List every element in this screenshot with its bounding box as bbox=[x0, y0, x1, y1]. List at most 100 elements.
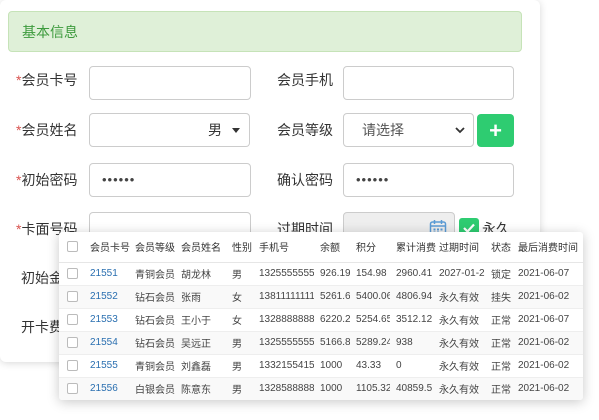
column-header[interactable]: 过期时间 bbox=[433, 232, 485, 263]
row-select-cell[interactable] bbox=[59, 285, 84, 309]
total-spend-cell: 2960.41 bbox=[390, 262, 433, 286]
row-checkbox[interactable] bbox=[67, 313, 78, 325]
column-header[interactable]: 最后消费时间 bbox=[512, 232, 583, 263]
last-spend-cell: 2021-06-02 bbox=[512, 377, 583, 400]
column-header[interactable]: 余额 bbox=[314, 232, 350, 263]
gender-cell: 女 bbox=[226, 308, 253, 332]
column-header[interactable]: 积分 bbox=[350, 232, 390, 263]
row-checkbox[interactable] bbox=[67, 290, 78, 302]
init-amount-label: 初始金 bbox=[21, 270, 63, 286]
gender-cell: 男 bbox=[226, 354, 253, 378]
table-row[interactable]: 21555 青铜会员 刘鑫磊 男 13321554154 1000 43.33 … bbox=[59, 354, 583, 378]
last-spend-cell: 2021-06-07 bbox=[512, 308, 583, 332]
gender-cell: 男 bbox=[226, 331, 253, 355]
name-input[interactable] bbox=[89, 113, 199, 147]
name-cell: 张雨 bbox=[175, 285, 226, 309]
card-no-cell[interactable]: 21553 bbox=[84, 308, 129, 332]
row-select-cell[interactable] bbox=[59, 377, 84, 400]
total-spend-cell: 0 bbox=[390, 354, 433, 378]
balance-cell: 6220.26 bbox=[314, 308, 350, 332]
balance-cell: 1000 bbox=[314, 377, 350, 400]
table-row[interactable]: 21552 钻石会员 张雨 女 13811111111 5261.66 5400… bbox=[59, 285, 583, 309]
gender-cell: 女 bbox=[226, 285, 253, 309]
points-cell: 43.33 bbox=[350, 354, 390, 378]
card-no-input[interactable] bbox=[89, 66, 251, 100]
section-title: 基本信息 bbox=[8, 11, 522, 52]
row-checkbox[interactable] bbox=[67, 382, 78, 394]
last-spend-cell: 2021-06-02 bbox=[512, 331, 583, 355]
row-select-cell[interactable] bbox=[59, 262, 84, 286]
row-checkbox[interactable] bbox=[67, 359, 78, 371]
card-no-cell[interactable]: 21552 bbox=[84, 285, 129, 309]
level-select[interactable]: 请选择 bbox=[343, 113, 474, 147]
table-row[interactable]: 21556 白银会员 陈意东 男 13285888885 1000 1105.3… bbox=[59, 377, 583, 400]
level-cell: 青铜会员 bbox=[129, 354, 175, 378]
card-no-cell[interactable]: 21551 bbox=[84, 262, 129, 286]
gender-select[interactable]: 男 bbox=[198, 113, 250, 147]
row-select-cell[interactable] bbox=[59, 308, 84, 332]
phone-cell: 13255555552 bbox=[253, 262, 314, 286]
expire-cell: 永久有效 bbox=[433, 308, 485, 332]
column-header[interactable]: 手机号 bbox=[253, 232, 314, 263]
status-cell: 锁定 bbox=[485, 262, 512, 286]
points-cell: 5254.65 bbox=[350, 308, 390, 332]
balance-cell: 1000 bbox=[314, 354, 350, 378]
balance-cell: 926.19 bbox=[314, 262, 350, 286]
gender-cell: 男 bbox=[226, 262, 253, 286]
table-row[interactable]: 21553 钻石会员 王小于 女 13288888888 6220.26 525… bbox=[59, 308, 583, 332]
total-spend-cell: 40859.5 bbox=[390, 377, 433, 400]
row-checkbox[interactable] bbox=[67, 267, 78, 279]
status-cell: 正常 bbox=[485, 331, 512, 355]
open-fee-label: 开卡费 bbox=[21, 319, 63, 335]
select-all-cell[interactable] bbox=[59, 232, 84, 263]
phone-cell: 13811111111 bbox=[253, 285, 314, 309]
member-table: 会员卡号 会员等级 会员姓名 性别 手机号 余额 积分 累计消费 过期时间 状态… bbox=[59, 232, 583, 400]
status-cell: 正常 bbox=[485, 377, 512, 400]
confirm-password-input[interactable]: •••••• bbox=[343, 163, 514, 197]
add-level-button[interactable]: + bbox=[477, 114, 514, 147]
row-select-cell[interactable] bbox=[59, 354, 84, 378]
table-row[interactable]: 21551 青铜会员 胡龙林 男 13255555552 926.19 154.… bbox=[59, 262, 583, 286]
table-row[interactable]: 21554 钻石会员 吴远正 男 13255555555 5166.86 528… bbox=[59, 331, 583, 355]
row-select-cell[interactable] bbox=[59, 331, 84, 355]
expire-cell: 永久有效 bbox=[433, 377, 485, 400]
column-header[interactable]: 会员等级 bbox=[129, 232, 175, 263]
name-label: *会员姓名 bbox=[16, 120, 77, 140]
last-spend-cell: 2021-06-02 bbox=[512, 285, 583, 309]
card-no-label: *会员卡号 bbox=[16, 70, 77, 90]
column-header[interactable]: 会员姓名 bbox=[175, 232, 226, 263]
card-no-cell[interactable]: 21556 bbox=[84, 377, 129, 400]
init-password-input[interactable]: •••••• bbox=[89, 163, 251, 197]
select-all-checkbox[interactable] bbox=[67, 241, 78, 253]
phone-cell: 13288888888 bbox=[253, 308, 314, 332]
row-checkbox[interactable] bbox=[67, 336, 78, 348]
total-spend-cell: 3512.12 bbox=[390, 308, 433, 332]
status-cell: 正常 bbox=[485, 308, 512, 332]
chevron-down-icon bbox=[455, 127, 465, 134]
level-cell: 钻石会员 bbox=[129, 331, 175, 355]
phone-cell: 13321554154 bbox=[253, 354, 314, 378]
card-no-cell[interactable]: 21555 bbox=[84, 354, 129, 378]
member-table-card: 会员卡号 会员等级 会员姓名 性别 手机号 余额 积分 累计消费 过期时间 状态… bbox=[59, 232, 583, 400]
total-spend-cell: 4806.94 bbox=[390, 285, 433, 309]
column-header[interactable]: 会员卡号 bbox=[84, 232, 130, 263]
column-header[interactable]: 性别 bbox=[226, 232, 253, 263]
caret-down-icon bbox=[232, 128, 240, 133]
column-header[interactable]: 累计消费 bbox=[390, 232, 436, 263]
name-cell: 陈意东 bbox=[175, 377, 226, 400]
points-cell: 1105.32 bbox=[350, 377, 390, 400]
last-spend-cell: 2021-06-07 bbox=[512, 262, 583, 286]
init-password-label: *初始密码 bbox=[16, 170, 77, 190]
phone-cell: 13255555555 bbox=[253, 331, 314, 355]
name-cell: 王小于 bbox=[175, 308, 226, 332]
balance-cell: 5261.66 bbox=[314, 285, 350, 309]
expire-cell: 永久有效 bbox=[433, 331, 485, 355]
phone-input[interactable] bbox=[343, 66, 514, 100]
name-cell: 吴远正 bbox=[175, 331, 226, 355]
expire-cell: 2027-01-29 bbox=[433, 262, 485, 286]
column-header[interactable]: 状态 bbox=[485, 232, 512, 263]
phone-label: 会员手机 bbox=[277, 72, 333, 88]
card-no-cell[interactable]: 21554 bbox=[84, 331, 129, 355]
name-cell: 胡龙林 bbox=[175, 262, 226, 286]
phone-cell: 13285888885 bbox=[253, 377, 314, 400]
